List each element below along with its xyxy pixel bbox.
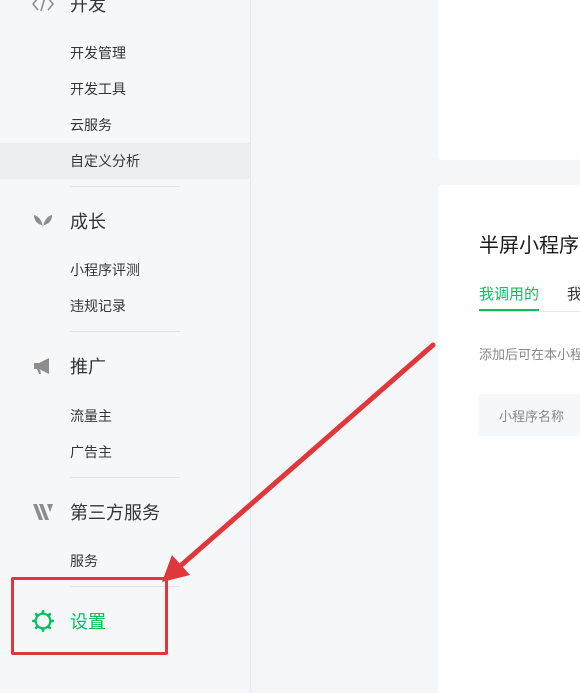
annotation-arrow [162,342,436,582]
